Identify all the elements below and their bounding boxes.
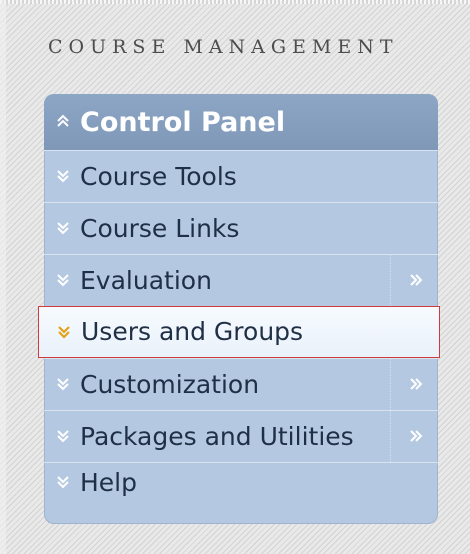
page-left-border [0,0,6,554]
menu-item-customization[interactable]: Customization [44,358,438,410]
chevron-double-down-icon [57,430,69,443]
menu-item-label: Help [80,468,137,497]
packages-and-utilities-flyout-button[interactable] [390,411,438,462]
control-panel-menu: Control Panel Course Tools Course Links … [38,94,440,524]
control-panel-header[interactable]: Control Panel [44,94,438,150]
menu-item-packages-and-utilities[interactable]: Packages and Utilities [44,410,438,462]
menu-item-label: Customization [80,370,260,399]
menu-item-evaluation[interactable]: Evaluation [44,254,438,306]
chevron-double-down-icon [57,274,69,287]
menu-item-course-tools[interactable]: Course Tools [44,150,438,202]
section-heading: COURSE MANAGEMENT [48,36,399,58]
menu-item-label: Users and Groups [81,317,304,346]
menu-item-course-links[interactable]: Course Links [44,202,438,254]
chevron-double-down-icon [57,476,69,489]
control-panel-title: Control Panel [80,107,286,138]
menu-item-label: Course Tools [80,162,237,191]
chevron-double-down-icon [57,222,69,235]
chevron-double-right-icon [410,378,423,390]
menu-item-label: Packages and Utilities [80,422,354,451]
chevron-double-up-icon [57,114,69,127]
chevron-double-down-icon [57,378,69,391]
menu-item-label: Course Links [80,214,240,243]
panel-footer [44,502,438,524]
menu-item-help[interactable]: Help [44,462,438,502]
chevron-double-right-icon [410,430,423,442]
chevron-double-right-icon [410,274,423,286]
customization-flyout-button[interactable] [390,359,438,410]
page-top-border [0,0,470,4]
chevron-double-down-icon [57,170,69,183]
menu-item-users-and-groups[interactable]: Users and Groups [38,306,440,358]
chevron-double-down-icon [58,326,70,339]
menu-item-label: Evaluation [80,266,212,295]
evaluation-flyout-button[interactable] [390,255,438,306]
